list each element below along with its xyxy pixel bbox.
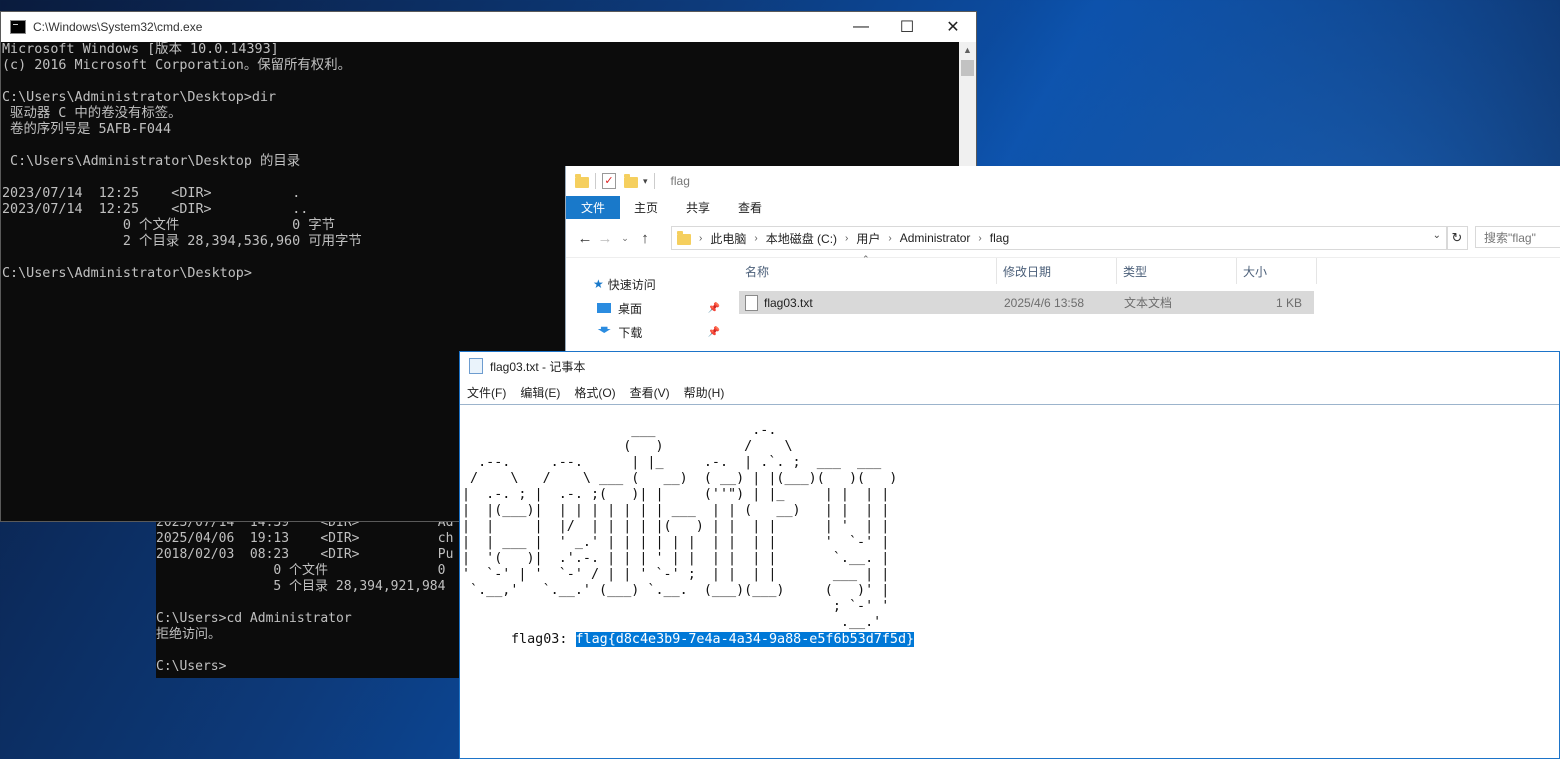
scroll-up-icon[interactable]: ▲	[959, 42, 976, 59]
console-line: 0 个文件 0	[156, 563, 446, 578]
breadcrumb-users[interactable]: 用户	[850, 230, 886, 247]
console-line: Microsoft Windows [版本 10.0.14393]	[2, 42, 279, 57]
nav-downloads[interactable]: 🡃 下载 📌	[566, 320, 724, 344]
breadcrumb-flag[interactable]: flag	[984, 231, 1015, 245]
address-bar[interactable]: › 此电脑 › 本地磁盘 (C:) › 用户 › Administrator ›…	[671, 226, 1448, 250]
column-size[interactable]: 大小	[1237, 258, 1317, 284]
scroll-thumb[interactable]	[961, 60, 974, 76]
desktop-icon	[597, 303, 611, 313]
explorer-title: flag	[670, 174, 690, 188]
folder-icon	[677, 230, 691, 245]
tab-file[interactable]: 文件	[566, 196, 621, 219]
ascii-art-text: ___ .-. ( ) / \ .--. .--. | |_ .-. | .`.…	[462, 423, 898, 630]
console-line: C:\Users>	[156, 659, 227, 674]
new-folder-icon[interactable]	[624, 173, 638, 188]
console-line: 2018/02/03 08:23 <DIR> Pu	[156, 547, 454, 562]
properties-icon[interactable]: ✓	[602, 173, 616, 189]
console-line: 卷的序列号是 5AFB-F044	[2, 122, 172, 137]
search-input[interactable]: 搜索"flag"	[1475, 226, 1560, 248]
address-dropdown-icon[interactable]: ⌄	[1433, 230, 1441, 241]
breadcrumb-administrator[interactable]: Administrator	[894, 231, 977, 245]
text-file-icon	[745, 294, 758, 311]
minimize-button[interactable]: —	[838, 12, 884, 42]
chevron-down-icon[interactable]: ▾	[643, 176, 648, 187]
notepad-titlebar[interactable]: flag03.txt - 记事本	[460, 352, 1559, 380]
menu-help[interactable]: 帮助(H)	[677, 384, 732, 401]
back-icon[interactable]: ←	[575, 230, 595, 247]
maximize-button[interactable]: ☐	[884, 12, 930, 42]
column-name[interactable]: 名称	[739, 258, 997, 284]
address-row: ← → ⌄ ↑ › 此电脑 › 本地磁盘 (C:) › 用户 › Adminis…	[566, 219, 1560, 258]
cmd-titlebar[interactable]: C:\Windows\System32\cmd.exe — ☐ ✕	[1, 12, 976, 42]
cmd-window-background[interactable]: 2023/07/14 14:39 <DIR> Ad 2025/04/06 19:1…	[156, 515, 466, 678]
pin-icon[interactable]: 📌	[708, 303, 720, 314]
up-icon[interactable]: ↑	[635, 230, 655, 247]
column-type[interactable]: 类型	[1117, 258, 1237, 284]
tab-home[interactable]: 主页	[620, 196, 672, 219]
flag-label: flag03:	[511, 632, 568, 647]
close-button[interactable]: ✕	[930, 12, 976, 42]
nav-desktop[interactable]: 桌面 📌	[566, 296, 724, 320]
tab-share[interactable]: 共享	[672, 196, 724, 219]
console-line: 拒绝访问。	[156, 627, 222, 642]
flag-value-selected[interactable]: flag{d8c4e3b9-7e4a-4a34-9a88-e5f6b53d7f5…	[575, 632, 915, 647]
notepad-text-area[interactable]: ___ .-. ( ) / \ .--. .--. | |_ .-. | .`.…	[460, 404, 1559, 758]
file-modified: 2025/4/6 13:58	[1004, 295, 1085, 310]
file-name: flag03.txt	[764, 295, 813, 310]
ribbon-tabs: 文件 主页 共享 查看	[566, 196, 1560, 219]
cmd-title: C:\Windows\System32\cmd.exe	[33, 20, 203, 34]
cmd-icon	[10, 20, 26, 34]
console-line: 5 个目录 28,394,921,984	[156, 579, 446, 594]
download-icon: 🡃	[597, 322, 612, 338]
menu-view[interactable]: 查看(V)	[623, 384, 677, 401]
breadcrumb-this-pc[interactable]: 此电脑	[704, 230, 752, 247]
navigation-pane: ★ 快速访问 桌面 📌 🡃 下载 📌	[566, 272, 724, 344]
column-headers: 名称 修改日期 类型 大小	[739, 258, 1317, 284]
nav-quick-access[interactable]: ★ 快速访问	[566, 272, 724, 296]
console-line: C:\Users>cd Administrator	[156, 611, 352, 626]
file-size: 1 KB	[1275, 295, 1302, 310]
notepad-title: flag03.txt - 记事本	[490, 359, 586, 374]
menu-file[interactable]: 文件(F)	[460, 384, 513, 401]
console-line: 驱动器 C 中的卷没有标签。	[2, 106, 182, 121]
tab-view[interactable]: 查看	[724, 196, 776, 219]
console-line: C:\Users\Administrator\Desktop>dir	[2, 90, 277, 105]
explorer-window[interactable]: ✓ ▾ flag 文件 主页 共享 查看 ← → ⌄ ↑ › 此电脑 › 本地磁…	[565, 166, 1560, 366]
menu-edit[interactable]: 编辑(E)	[513, 384, 567, 401]
menu-format[interactable]: 格式(O)	[567, 384, 622, 401]
folder-icon[interactable]	[575, 173, 589, 188]
refresh-icon[interactable]: ↻	[1446, 226, 1468, 250]
breadcrumb-local-disk[interactable]: 本地磁盘 (C:)	[760, 230, 843, 247]
notepad-icon	[469, 358, 483, 374]
column-modified[interactable]: 修改日期	[997, 258, 1117, 284]
file-type: 文本文档	[1124, 296, 1173, 310]
console-line: 2025/04/06 19:13 <DIR> ch	[156, 531, 454, 546]
forward-icon[interactable]: →	[595, 230, 615, 247]
flag-line: flag03: flag{d8c4e3b9-7e4a-4a34-9a88-e5f…	[511, 632, 915, 648]
file-row[interactable]: flag03.txt 2025/4/6 13:58 文本文档 1 KB	[739, 291, 1314, 314]
star-icon: ★	[593, 277, 604, 291]
console-line: (c) 2016 Microsoft Corporation。保留所有权利。	[2, 58, 351, 73]
quick-access-toolbar: ✓ ▾ flag	[566, 166, 1560, 196]
recent-dropdown-icon[interactable]: ⌄	[615, 233, 635, 244]
notepad-menubar: 文件(F) 编辑(E) 格式(O) 查看(V) 帮助(H)	[460, 380, 1559, 405]
notepad-window[interactable]: flag03.txt - 记事本 文件(F) 编辑(E) 格式(O) 查看(V)…	[459, 351, 1560, 759]
pin-icon[interactable]: 📌	[708, 327, 720, 338]
